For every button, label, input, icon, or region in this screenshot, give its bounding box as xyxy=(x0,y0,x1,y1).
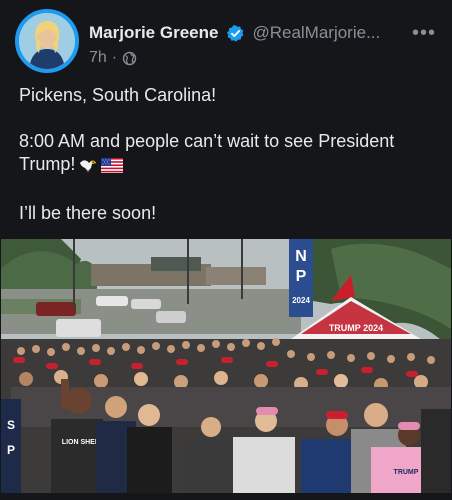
banner-year: 2024 xyxy=(292,296,310,305)
banner-letter-n: N xyxy=(295,248,307,265)
rally-crowd-photo: N P 2024 TRUMP 2024 S P LION SHEEP TRUMP xyxy=(1,239,451,493)
profile-photo xyxy=(19,13,75,69)
post-text-line: 8:00 AM and people can’t wait to see Pre… xyxy=(19,130,439,179)
post-meta: 7h · xyxy=(89,47,137,69)
avatar[interactable] xyxy=(15,9,79,73)
pink-shirt-text: TRUMP xyxy=(394,469,419,476)
post-time[interactable]: 7h xyxy=(89,49,107,67)
globe-icon xyxy=(122,51,137,66)
post-text-line: Pickens, South Carolina! xyxy=(19,85,217,105)
verified-badge-icon xyxy=(226,24,245,43)
post-header: Marjorie Greene @RealMarjorie... ••• xyxy=(89,18,436,48)
tent-text: TRUMP 2024 xyxy=(329,323,383,333)
meta-separator: · xyxy=(111,49,118,66)
us-flag-icon xyxy=(101,156,124,179)
post-card[interactable]: Marjorie Greene @RealMarjorie... ••• 7h … xyxy=(0,0,452,500)
author-handle[interactable]: @RealMarjorie... xyxy=(252,23,380,43)
post-photo[interactable]: N P 2024 TRUMP 2024 S P LION SHEEP TRUMP xyxy=(1,239,451,493)
eagle-icon xyxy=(79,156,97,179)
banner-letter-p: P xyxy=(296,268,307,285)
post-text-content: 8:00 AM and people can’t wait to see Pre… xyxy=(19,131,395,174)
more-options-icon[interactable]: ••• xyxy=(412,18,436,48)
post-text-line: I’ll be there soon! xyxy=(19,203,157,223)
svg-text:S: S xyxy=(7,418,15,432)
post-text: Pickens, South Carolina! 8:00 AM and peo… xyxy=(19,84,439,225)
svg-text:P: P xyxy=(7,443,15,457)
author-name[interactable]: Marjorie Greene xyxy=(89,23,218,43)
